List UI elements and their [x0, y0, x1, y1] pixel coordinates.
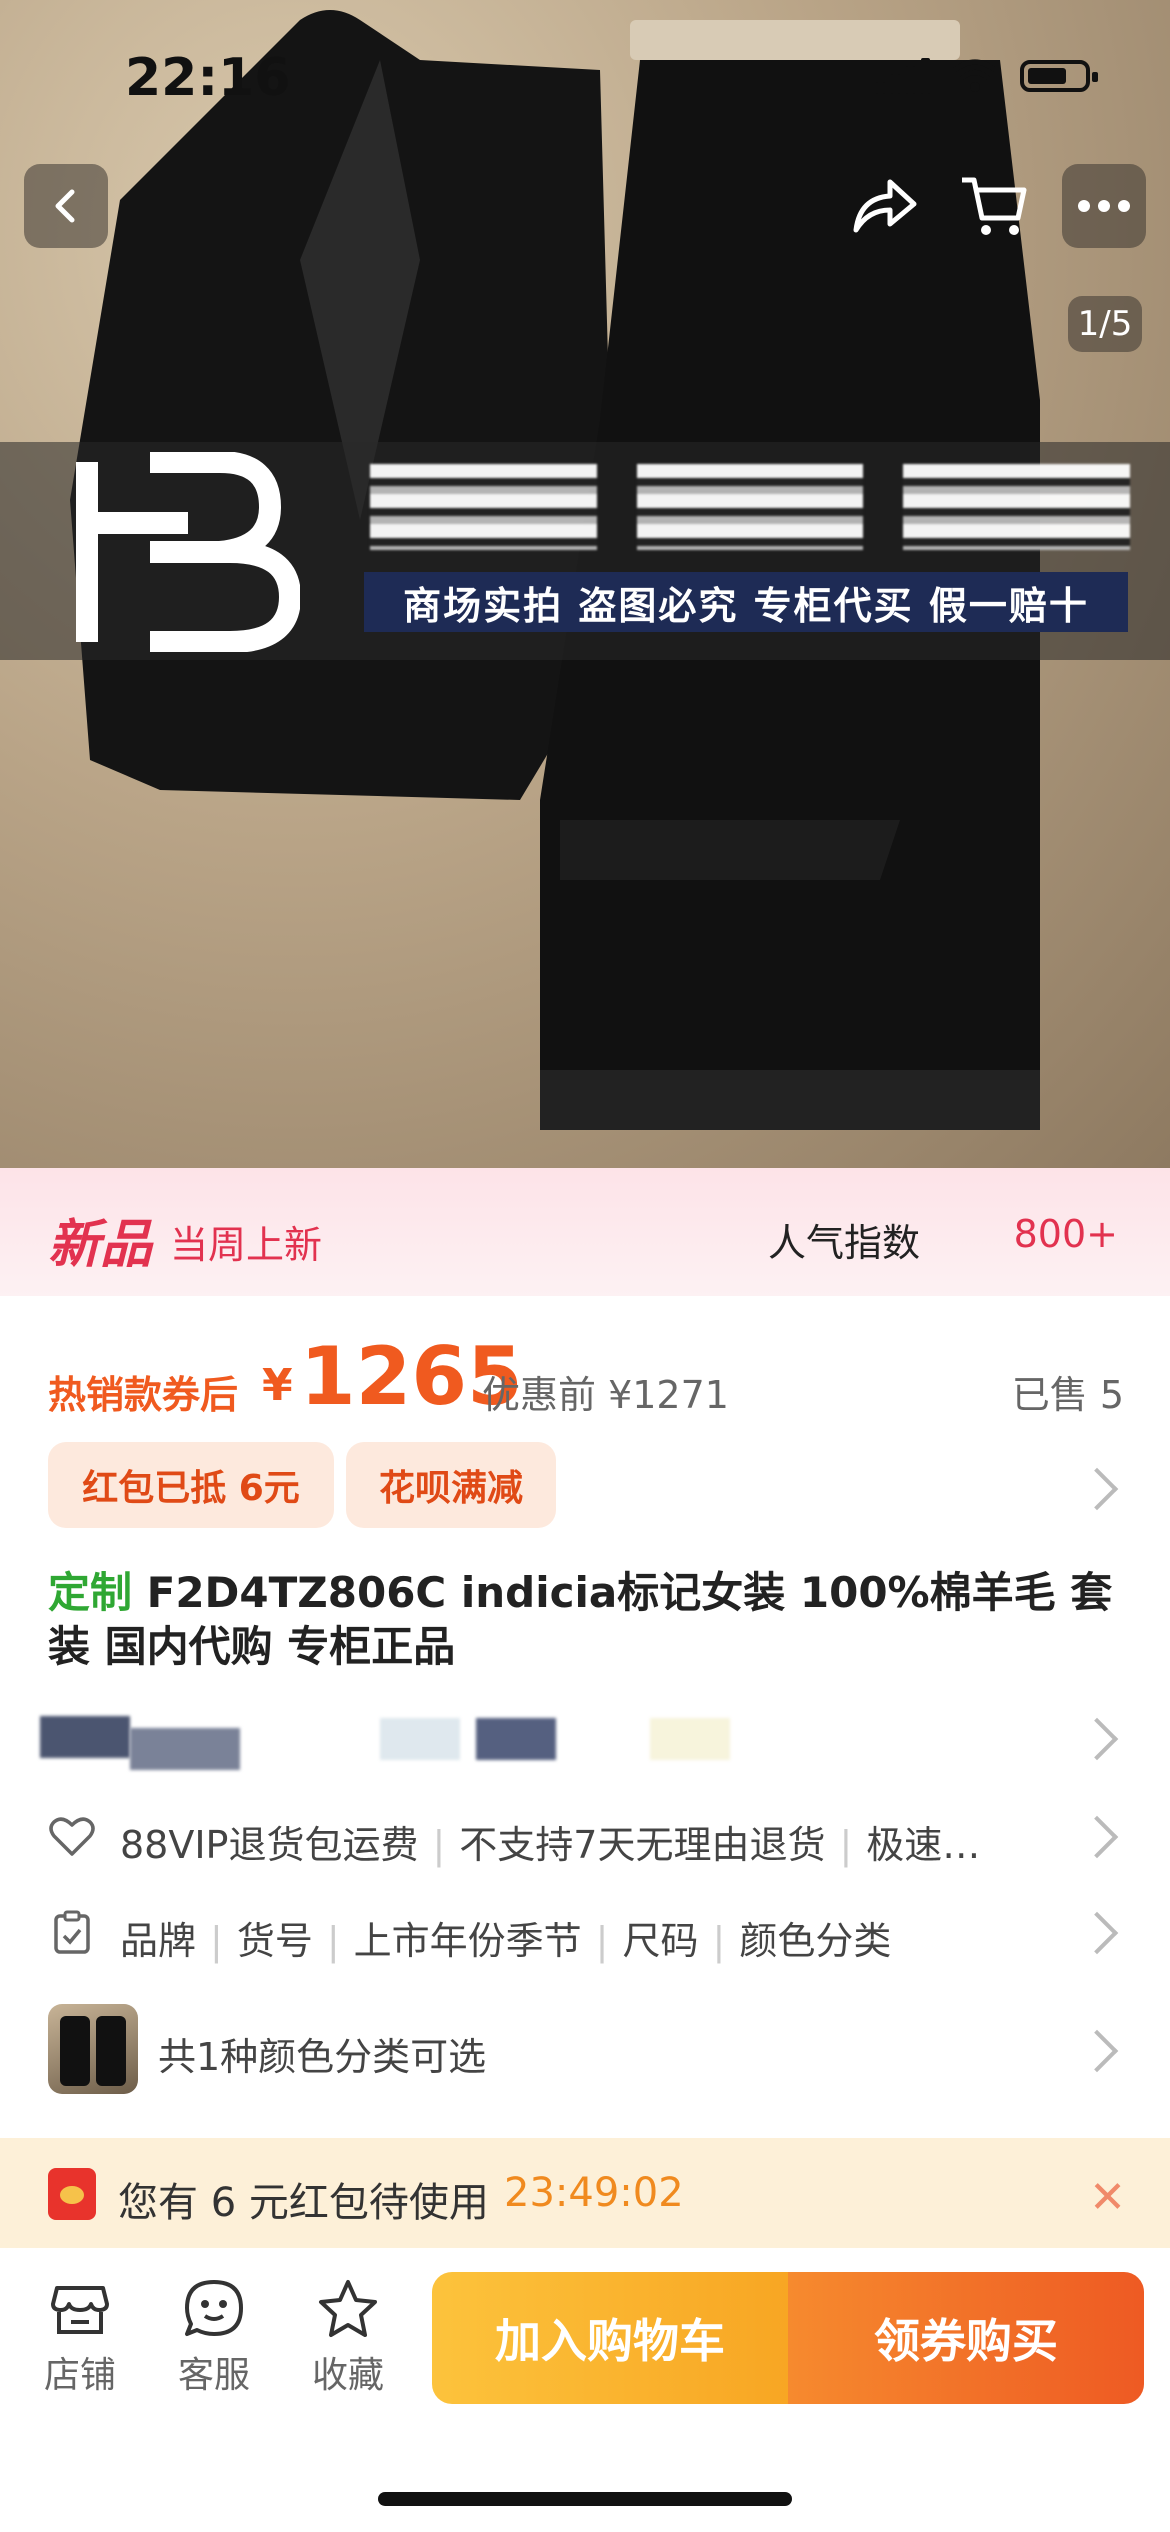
chat-bubble-icon [185, 2280, 243, 2336]
bottom-action-bar: 店铺 客服 收藏 加入购物车 领券购买 [0, 2248, 1170, 2532]
close-icon[interactable]: ✕ [1089, 2172, 1126, 2223]
new-arrival-banner: 新品 当周上新 人气指数 800+ [0, 1168, 1170, 1296]
back-button[interactable] [24, 164, 108, 248]
product-title-text: F2D4TZ806C indicia标记女装 100%棉羊毛 套装 国内代购 专… [48, 1568, 1113, 1671]
chevron-left-icon [55, 189, 75, 223]
red-packet-text: 您有 6 元红包待使用 [118, 2180, 489, 2226]
store-icon [51, 2286, 109, 2334]
red-packet-chip[interactable]: 红包已抵 6元 [48, 1442, 334, 1528]
popularity-label: 人气指数 [767, 1221, 920, 1265]
param-season: 上市年份季节 [353, 1919, 582, 1963]
new-tag: 新品 [48, 1215, 153, 1275]
favorite-button[interactable]: 收藏 [298, 2278, 398, 2398]
more-icon [1078, 200, 1130, 212]
params-row[interactable]: 品牌 | 货号 | 上市年份季节 | 尺码 | 颜色分类 [48, 1896, 1124, 1966]
sold-count: 已售 5 [1011, 1373, 1124, 1417]
home-indicator[interactable] [378, 2492, 792, 2506]
color-variant-row[interactable]: 共1种颜色分类可选 [48, 2004, 1124, 2094]
param-item-no: 货号 [236, 1919, 313, 1963]
service-no-return: 不支持7天无理由退货 [459, 1823, 826, 1867]
red-packet-countdown: 23:49:02 [504, 2170, 684, 2216]
chevron-right-icon [1075, 1911, 1119, 1955]
new-subtitle: 当周上新 [170, 1223, 323, 1267]
battery-icon [1020, 60, 1098, 92]
param-size: 尺码 [622, 1919, 699, 1963]
original-price: 优惠前 ¥1271 [482, 1373, 729, 1417]
service-88vip: 88VIP退货包运费 [120, 1823, 419, 1867]
cart-icon[interactable] [958, 170, 1030, 242]
store-button[interactable]: 店铺 [30, 2278, 130, 2398]
status-icons [876, 58, 1098, 94]
watermark-overlay: 商场实拍 盗图必究 专柜代买 假一赔十 [0, 442, 1170, 660]
add-to-cart-button[interactable]: 加入购物车 [432, 2272, 788, 2404]
red-packet-icon [48, 2168, 96, 2220]
price-row: 热销款券后 ¥ 1265 优惠前 ¥1271 已售 5 [48, 1330, 1124, 1423]
store-label: 店铺 [43, 2355, 116, 2396]
service-fast: 极速… [866, 1823, 981, 1867]
color-variant-text: 共1种颜色分类可选 [158, 2035, 487, 2079]
price-currency: ¥ [262, 1360, 293, 1411]
product-image[interactable]: 22:16 1/5 商场实拍 盗图必究 专柜代买 假一赔十 [0, 0, 1170, 1168]
custom-tag: 定制 [48, 1568, 133, 1617]
customer-service-label: 客服 [177, 2355, 250, 2396]
more-button[interactable] [1062, 164, 1146, 248]
status-time: 22:16 [125, 48, 291, 108]
blurred-watermark-text [370, 464, 1131, 550]
param-color: 颜色分类 [739, 1919, 892, 1963]
image-counter: 1/5 [1068, 296, 1142, 352]
heart-shield-icon [49, 1817, 95, 1856]
wifi-icon [953, 59, 997, 92]
chevron-right-icon [1075, 2029, 1119, 2073]
param-brand: 品牌 [120, 1919, 197, 1963]
coupon-price-label: 热销款券后 [48, 1373, 239, 1417]
customer-service-button[interactable]: 客服 [164, 2278, 264, 2398]
buy-with-coupon-button[interactable]: 领券购买 [788, 2272, 1144, 2404]
favorite-label: 收藏 [311, 2355, 384, 2396]
clipboard-icon [54, 1910, 90, 1954]
star-icon [319, 2280, 377, 2337]
huabei-chip[interactable]: 花呗满减 [346, 1442, 556, 1528]
chevron-right-icon[interactable] [1075, 1717, 1119, 1761]
chevron-right-icon [1075, 1815, 1119, 1859]
signal-icon [876, 58, 930, 94]
variant-thumbnail [48, 2004, 138, 2094]
share-icon[interactable] [850, 174, 920, 238]
watermark-tagline: 商场实拍 盗图必究 专柜代买 假一赔十 [364, 572, 1128, 632]
service-row[interactable]: 88VIP退货包运费 | 不支持7天无理由退货 | 极速… [48, 1800, 1124, 1870]
watermark-logo [76, 452, 300, 652]
red-packet-bar[interactable]: 您有 6 元红包待使用 23:49:02 ✕ [0, 2138, 1170, 2248]
product-title: 定制 F2D4TZ806C indicia标记女装 100%棉羊毛 套装 国内代… [48, 1566, 1124, 1674]
purchase-actions: 加入购物车 领券购买 [432, 2272, 1144, 2404]
blurred-info-row[interactable] [40, 1712, 1040, 1770]
chevron-right-icon[interactable] [1075, 1467, 1119, 1511]
popularity-value: 800+ [1013, 1212, 1118, 1256]
